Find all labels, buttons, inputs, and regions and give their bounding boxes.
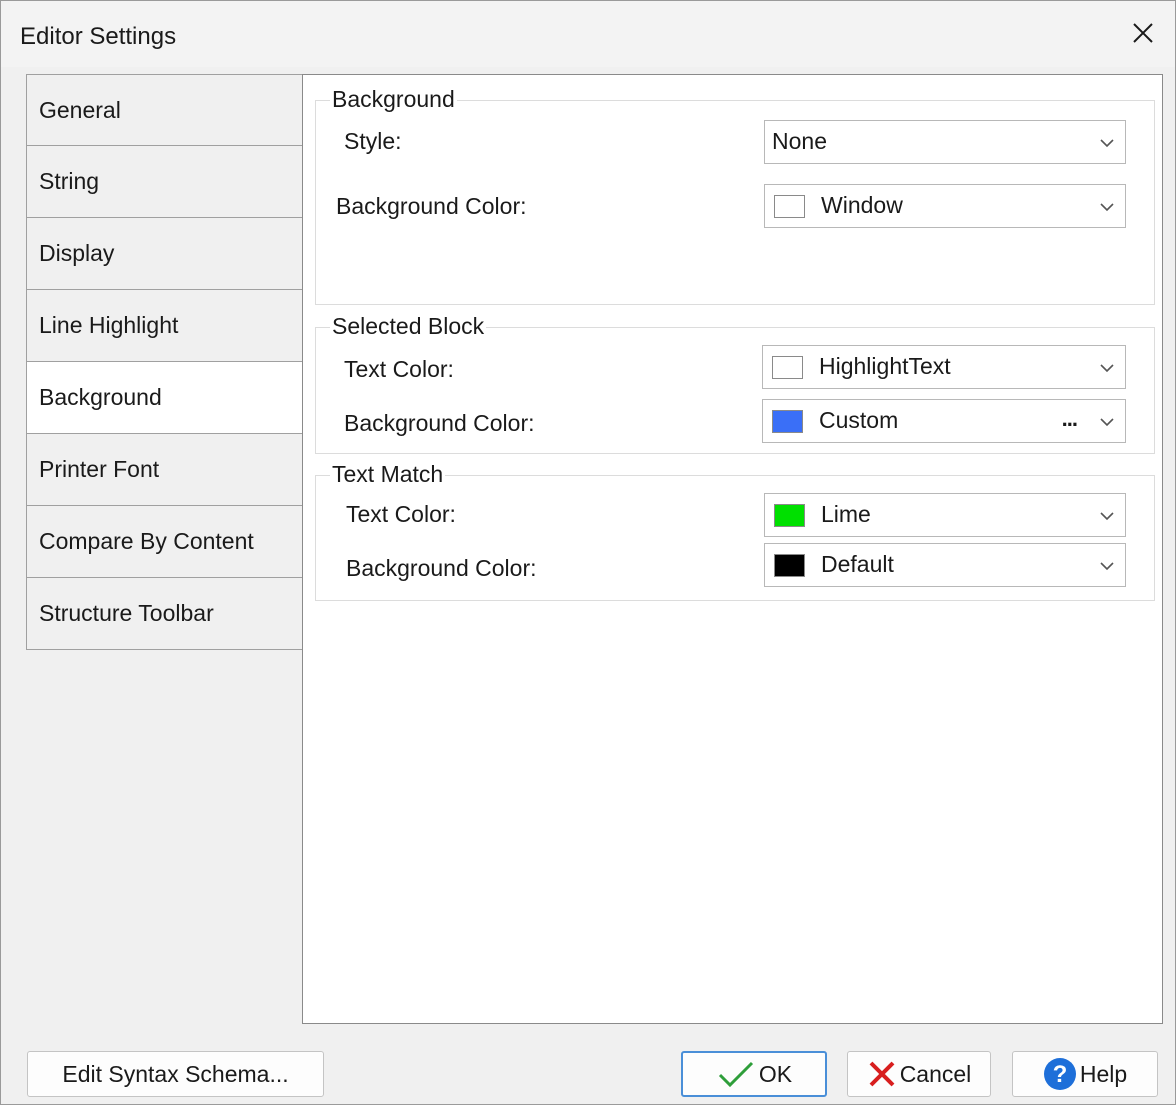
edit-syntax-schema-button[interactable]: Edit Syntax Schema... xyxy=(27,1051,324,1097)
help-question-icon: ? xyxy=(1043,1057,1077,1091)
selected-background-color-label: Background Color: xyxy=(344,410,535,436)
match-background-color-label: Background Color: xyxy=(346,555,537,581)
color-swatch xyxy=(774,504,805,527)
chevron-down-icon xyxy=(1100,139,1114,148)
color-swatch xyxy=(774,554,805,577)
color-swatch xyxy=(774,195,805,218)
background-color-label: Background Color: xyxy=(336,193,527,219)
sidebar-item-label: Printer Font xyxy=(39,456,160,482)
settings-content-panel: Background Style: None Background Color:… xyxy=(302,74,1163,1024)
selected-text-color-dropdown[interactable]: HighlightText xyxy=(762,345,1126,389)
chevron-down-icon xyxy=(1100,364,1114,373)
group-title: Text Match xyxy=(330,461,446,488)
sidebar-item-label: Line Highlight xyxy=(39,312,179,338)
text-match-group: Text Match Text Color: Lime Background C… xyxy=(315,461,1155,601)
sidebar-item-label: String xyxy=(39,168,100,194)
sidebar-item-label: Background xyxy=(39,384,162,410)
cancel-label: Cancel xyxy=(899,1060,972,1087)
sidebar-item-printer-font[interactable]: Printer Font xyxy=(26,434,303,506)
chevron-down-icon xyxy=(1100,562,1114,571)
close-button[interactable] xyxy=(1121,11,1165,55)
chevron-down-icon xyxy=(1100,203,1114,212)
style-dropdown[interactable]: None xyxy=(764,120,1126,164)
dialog-title: Editor Settings xyxy=(20,23,177,50)
chevron-down-icon xyxy=(1100,418,1114,427)
svg-text:?: ? xyxy=(1053,1061,1068,1088)
sidebar-item-label: General xyxy=(39,97,121,123)
help-button[interactable]: ? Help xyxy=(1012,1051,1158,1097)
cancel-button[interactable]: Cancel xyxy=(847,1051,991,1097)
group-title: Selected Block xyxy=(330,313,487,340)
sidebar-item-general[interactable]: General xyxy=(26,74,303,146)
background-color-value: Window xyxy=(821,192,903,218)
selected-text-color-label: Text Color: xyxy=(344,356,454,382)
chevron-down-icon xyxy=(1100,512,1114,521)
editor-settings-dialog: Editor Settings General String Display L… xyxy=(0,0,1176,1105)
dialog-button-bar: Edit Syntax Schema... OK Cancel ? Help xyxy=(1,1037,1175,1105)
match-text-color-label: Text Color: xyxy=(346,501,456,527)
ok-label: OK xyxy=(758,1060,793,1087)
style-label: Style: xyxy=(344,128,402,154)
match-background-color-dropdown[interactable]: Default xyxy=(764,543,1126,587)
color-swatch xyxy=(772,356,803,379)
check-icon xyxy=(716,1059,756,1089)
edit-syntax-schema-label: Edit Syntax Schema... xyxy=(62,1060,289,1087)
background-group: Background Style: None Background Color:… xyxy=(315,86,1155,305)
sidebar-item-background[interactable]: Background xyxy=(26,362,303,434)
sidebar-item-structure-toolbar[interactable]: Structure Toolbar xyxy=(26,578,303,650)
selected-text-color-value: HighlightText xyxy=(819,353,951,379)
close-icon xyxy=(1133,23,1153,43)
sidebar-item-label: Structure Toolbar xyxy=(39,600,214,626)
sidebar-item-string[interactable]: String xyxy=(26,146,303,218)
match-background-color-value: Default xyxy=(821,551,894,577)
match-text-color-value: Lime xyxy=(821,501,871,527)
more-options-button[interactable]: ... xyxy=(1062,406,1078,432)
style-value: None xyxy=(772,128,827,154)
help-label: Help xyxy=(1079,1060,1128,1087)
cancel-x-icon xyxy=(867,1059,897,1089)
match-text-color-dropdown[interactable]: Lime xyxy=(764,493,1126,537)
group-title: Background xyxy=(330,86,457,113)
selected-background-color-value: Custom xyxy=(819,407,899,433)
ok-button[interactable]: OK xyxy=(681,1051,827,1097)
sidebar-item-label: Display xyxy=(39,240,115,266)
sidebar-item-display[interactable]: Display xyxy=(26,218,303,290)
title-bar: Editor Settings xyxy=(1,1,1175,67)
sidebar-item-compare-by-content[interactable]: Compare By Content xyxy=(26,506,303,578)
selected-background-color-dropdown[interactable]: Custom ... xyxy=(762,399,1126,443)
selected-block-group: Selected Block Text Color: HighlightText… xyxy=(315,313,1155,454)
background-color-dropdown[interactable]: Window xyxy=(764,184,1126,228)
sidebar-item-label: Compare By Content xyxy=(39,528,254,554)
color-swatch xyxy=(772,410,803,433)
sidebar-item-line-highlight[interactable]: Line Highlight xyxy=(26,290,303,362)
